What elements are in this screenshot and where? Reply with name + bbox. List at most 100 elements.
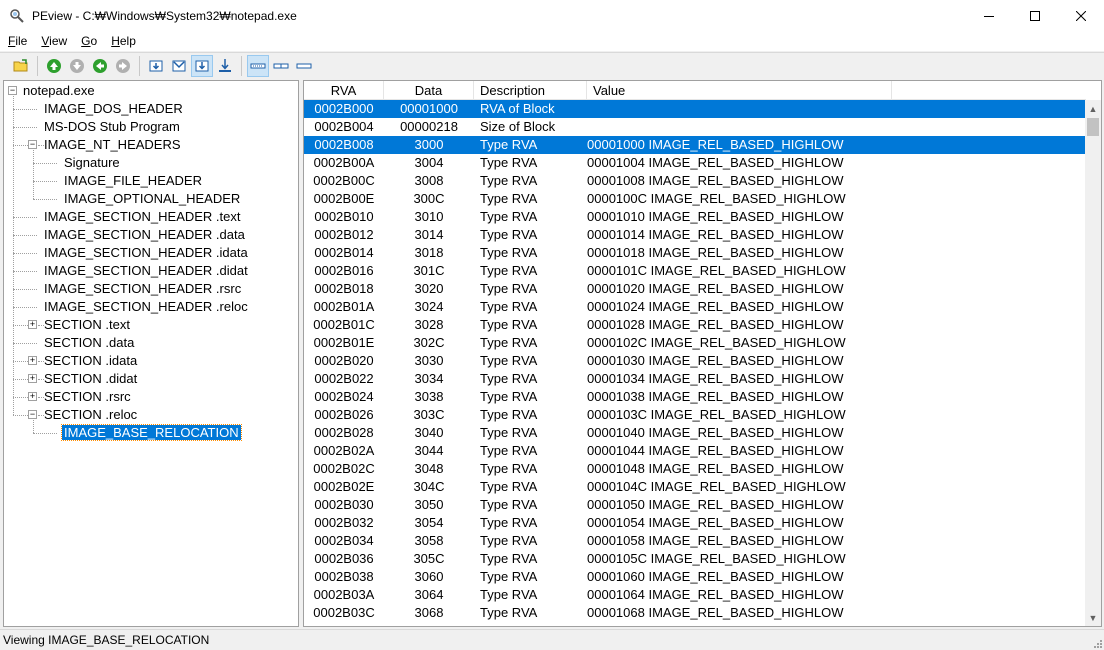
menu-go[interactable]: Go xyxy=(73,34,103,48)
scrollbar-thumb[interactable] xyxy=(1087,118,1099,136)
cell-value: 0000100C IMAGE_REL_BASED_HIGHLOW xyxy=(587,191,846,206)
tree-item[interactable]: IMAGE_OPTIONAL_HEADER xyxy=(62,190,242,208)
tree-item[interactable]: IMAGE_FILE_HEADER xyxy=(62,172,204,190)
cell-description: Size of Block xyxy=(480,119,556,134)
column-header-rva[interactable]: RVA xyxy=(304,81,384,100)
view-single-icon[interactable] xyxy=(293,55,315,77)
table-row[interactable]: 0002B00A 3004 Type RVA 00001004 IMAGE_REL_B… xyxy=(304,154,1085,172)
close-icon[interactable] xyxy=(1058,0,1104,31)
list-header: RVA Data Description Value xyxy=(304,81,1086,100)
table-row[interactable]: 0002B020 3030 Type RVA 00001030 IMAGE_REL_B… xyxy=(304,352,1085,370)
tree-view[interactable]: − notepad.exe IMAGE_DOS_HEADER MS-DOS Stub … xyxy=(3,80,299,627)
tree-item[interactable]: IMAGE_SECTION_HEADER .idata xyxy=(42,244,250,262)
tree-item[interactable]: IMAGE_SECTION_HEADER .rsrc xyxy=(42,280,243,298)
table-row[interactable]: 0002B030 3050 Type RVA 00001050 IMAGE_REL_B… xyxy=(304,496,1085,514)
go-back-icon[interactable] xyxy=(89,55,111,77)
table-row[interactable]: 0002B00C 3008 Type RVA 00001008 IMAGE_REL_B… xyxy=(304,172,1085,190)
table-row[interactable]: 0002B004 00000218 Size of Block xyxy=(304,118,1085,136)
expand-icon[interactable]: + xyxy=(28,320,37,329)
tree-item[interactable]: IMAGE_NT_HEADERS xyxy=(42,136,183,154)
table-row[interactable]: 0002B01C 3028 Type RVA 00001028 IMAGE_REL_B… xyxy=(304,316,1085,334)
table-row[interactable]: 0002B028 3040 Type RVA 00001040 IMAGE_REL_B… xyxy=(304,424,1085,442)
table-row[interactable]: 0002B016 301C Type RVA 0000101C IMAGE_REL_B… xyxy=(304,262,1085,280)
tree-item[interactable]: IMAGE_SECTION_HEADER .text xyxy=(42,208,243,226)
table-row[interactable]: 0002B014 3018 Type RVA 00001018 IMAGE_REL_B… xyxy=(304,244,1085,262)
tree-item[interactable]: IMAGE_DOS_HEADER xyxy=(42,100,185,118)
collapse-icon[interactable]: − xyxy=(28,410,37,419)
view-address-icon[interactable] xyxy=(214,55,236,77)
table-row[interactable]: 0002B03A 3064 Type RVA 00001064 IMAGE_REL_B… xyxy=(304,586,1085,604)
tree-item-label: IMAGE_SECTION_HEADER .reloc xyxy=(44,299,248,314)
table-row[interactable]: 0002B01E 302C Type RVA 0000102C IMAGE_REL_B… xyxy=(304,334,1085,352)
table-row[interactable]: 0002B034 3058 Type RVA 00001058 IMAGE_REL_B… xyxy=(304,532,1085,550)
table-row[interactable]: 0002B022 3034 Type RVA 00001034 IMAGE_REL_B… xyxy=(304,370,1085,388)
table-row[interactable]: 0002B008 3000 Type RVA 00001000 IMAGE_REL_B… xyxy=(304,136,1085,154)
menu-view[interactable]: View xyxy=(33,34,73,48)
cell-description: Type RVA xyxy=(480,371,538,386)
view-details-icon[interactable] xyxy=(247,54,269,77)
table-row[interactable]: 0002B032 3054 Type RVA 00001054 IMAGE_REL_B… xyxy=(304,514,1085,532)
view-word-icon[interactable] xyxy=(168,55,190,77)
scroll-down-icon[interactable]: ▼ xyxy=(1085,609,1101,626)
collapse-icon[interactable]: − xyxy=(8,86,17,95)
table-row[interactable]: 0002B026 303C Type RVA 0000103C IMAGE_REL_B… xyxy=(304,406,1085,424)
list-view[interactable]: RVA Data Description Value 0002B000 00001… xyxy=(303,80,1102,627)
maximize-icon[interactable] xyxy=(1012,0,1058,31)
tree-item[interactable]: SECTION .reloc xyxy=(42,406,139,424)
table-row[interactable]: 0002B01A 3024 Type RVA 00001024 IMAGE_REL_B… xyxy=(304,298,1085,316)
tree-item[interactable]: IMAGE_BASE_RELOCATION xyxy=(61,424,242,442)
resize-grip-icon[interactable] xyxy=(1092,638,1102,648)
tree-line xyxy=(33,199,57,200)
table-row[interactable]: 0002B024 3038 Type RVA 00001038 IMAGE_REL_B… xyxy=(304,388,1085,406)
view-byte-icon[interactable] xyxy=(145,55,167,77)
column-header-data[interactable]: Data xyxy=(384,81,474,100)
tree-item[interactable]: SECTION .rsrc xyxy=(42,388,133,406)
table-row[interactable]: 0002B02C 3048 Type RVA 00001048 IMAGE_REL_B… xyxy=(304,460,1085,478)
tree-item[interactable]: notepad.exe xyxy=(21,82,97,100)
table-row[interactable]: 0002B012 3014 Type RVA 00001014 IMAGE_REL_B… xyxy=(304,226,1085,244)
tree-item[interactable]: SECTION .text xyxy=(42,316,132,334)
go-up-icon[interactable] xyxy=(43,55,65,77)
go-down-icon[interactable] xyxy=(66,55,88,77)
cell-data: 3050 xyxy=(414,497,444,512)
table-row[interactable]: 0002B010 3010 Type RVA 00001010 IMAGE_REL_B… xyxy=(304,208,1085,226)
tree-item[interactable]: Signature xyxy=(62,154,122,172)
tree-item[interactable]: IMAGE_SECTION_HEADER .didat xyxy=(42,262,250,280)
cell-rva: 0002B020 xyxy=(314,353,374,368)
vertical-scrollbar[interactable]: ▲ ▼ xyxy=(1085,100,1101,626)
table-row[interactable]: 0002B000 00001000 RVA of Block xyxy=(304,100,1085,118)
cell-data: 3044 xyxy=(414,443,444,458)
tree-item[interactable]: IMAGE_SECTION_HEADER .reloc xyxy=(42,298,250,316)
column-header-description[interactable]: Description xyxy=(474,81,587,100)
table-row[interactable]: 0002B02A 3044 Type RVA 00001044 IMAGE_REL_B… xyxy=(304,442,1085,460)
table-row[interactable]: 0002B018 3020 Type RVA 00001020 IMAGE_REL_B… xyxy=(304,280,1085,298)
table-row[interactable]: 0002B03C 3068 Type RVA 00001068 IMAGE_REL_B… xyxy=(304,604,1085,622)
tree-item[interactable]: SECTION .data xyxy=(42,334,136,352)
tree-item[interactable]: IMAGE_SECTION_HEADER .data xyxy=(42,226,247,244)
cell-rva: 0002B00E xyxy=(313,191,375,206)
view-dword-icon[interactable] xyxy=(191,54,213,77)
tree-item-label: IMAGE_DOS_HEADER xyxy=(44,101,183,116)
scroll-up-icon[interactable]: ▲ xyxy=(1085,100,1101,117)
tree-item[interactable]: SECTION .didat xyxy=(42,370,139,388)
tree-item[interactable]: MS-DOS Stub Program xyxy=(42,118,182,136)
cell-data: 3014 xyxy=(414,227,444,242)
view-compact-icon[interactable] xyxy=(270,55,292,77)
expand-icon[interactable]: + xyxy=(28,356,37,365)
menu-file[interactable]: File xyxy=(0,34,33,48)
minimize-icon[interactable] xyxy=(966,0,1012,31)
table-row[interactable]: 0002B038 3060 Type RVA 00001060 IMAGE_REL_B… xyxy=(304,568,1085,586)
table-row[interactable]: 0002B036 305C Type RVA 0000105C IMAGE_REL_B… xyxy=(304,550,1085,568)
menu-help[interactable]: Help xyxy=(103,34,142,48)
expand-icon[interactable]: + xyxy=(28,374,37,383)
magnifier-icon[interactable] xyxy=(8,7,26,25)
go-forward-icon[interactable] xyxy=(112,55,134,77)
open-file-icon[interactable] xyxy=(10,55,32,77)
collapse-icon[interactable]: − xyxy=(28,140,37,149)
column-header-value[interactable]: Value xyxy=(587,81,892,100)
table-row[interactable]: 0002B00E 300C Type RVA 0000100C IMAGE_REL_B… xyxy=(304,190,1085,208)
cell-value: 00001064 IMAGE_REL_BASED_HIGHLOW xyxy=(587,587,844,602)
table-row[interactable]: 0002B02E 304C Type RVA 0000104C IMAGE_REL_B… xyxy=(304,478,1085,496)
tree-item[interactable]: SECTION .idata xyxy=(42,352,139,370)
expand-icon[interactable]: + xyxy=(28,392,37,401)
